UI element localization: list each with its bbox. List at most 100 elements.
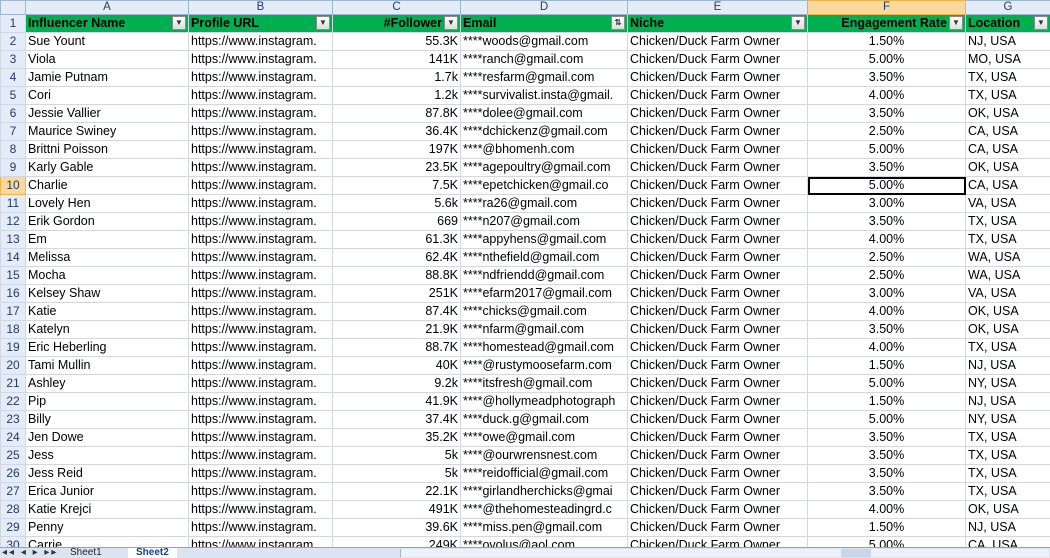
cell-d[interactable]: ****resfarm@gmail.com [461,69,628,87]
cell-e[interactable]: Chicken/Duck Farm Owner [628,357,808,375]
cell-a[interactable]: Melissa [26,249,189,267]
cell-a[interactable]: Katie [26,303,189,321]
row-number[interactable]: 16 [1,285,26,303]
cell-g[interactable]: TX, USA [966,339,1050,357]
cell-f[interactable]: 3.50% [808,483,966,501]
cell-e[interactable]: Chicken/Duck Farm Owner [628,519,808,537]
filter-dropdown-icon[interactable]: ▼ [316,16,330,30]
cell-e[interactable]: Chicken/Duck Farm Owner [628,105,808,123]
select-all-corner[interactable] [1,1,26,15]
cell-c[interactable]: 5k [333,447,461,465]
cell-a[interactable]: Tami Mullin [26,357,189,375]
row-number[interactable]: 21 [1,375,26,393]
cell-g[interactable]: CA, USA [966,141,1050,159]
row-number[interactable]: 30 [1,537,26,548]
cell-g[interactable]: OK, USA [966,105,1050,123]
cell-e[interactable]: Chicken/Duck Farm Owner [628,285,808,303]
row-number[interactable]: 10 [1,177,26,195]
cell-b[interactable]: https://www.instagram. [189,105,333,123]
cell-g[interactable]: NY, USA [966,411,1050,429]
cell-f[interactable]: 4.00% [808,231,966,249]
cell-e[interactable]: Chicken/Duck Farm Owner [628,69,808,87]
cell-e[interactable]: Chicken/Duck Farm Owner [628,123,808,141]
row-number[interactable]: 7 [1,123,26,141]
cell-f[interactable]: 3.00% [808,285,966,303]
cell-e[interactable]: Chicken/Duck Farm Owner [628,321,808,339]
cell-f[interactable]: 1.50% [808,357,966,375]
cell-c[interactable]: 22.1K [333,483,461,501]
cell-a[interactable]: Lovely Hen [26,195,189,213]
cell-f[interactable]: 3.50% [808,159,966,177]
cell-e[interactable]: Chicken/Duck Farm Owner [628,303,808,321]
cell-c[interactable]: 61.3K [333,231,461,249]
cell-c[interactable]: 21.9K [333,321,461,339]
cell-b[interactable]: https://www.instagram. [189,123,333,141]
cell-d[interactable]: ****dchickenz@gmail.com [461,123,628,141]
cell-b[interactable]: https://www.instagram. [189,69,333,87]
cell-d[interactable]: ****ovolus@aol.com [461,537,628,548]
row-number[interactable]: 1 [1,15,26,33]
cell-g[interactable]: CA, USA [966,537,1050,548]
cell-f[interactable]: 5.00% [808,375,966,393]
cell-e[interactable]: Chicken/Duck Farm Owner [628,447,808,465]
cell-b[interactable]: https://www.instagram. [189,141,333,159]
row-number[interactable]: 25 [1,447,26,465]
cell-a[interactable]: Erik Gordon [26,213,189,231]
cell-e[interactable]: Chicken/Duck Farm Owner [628,195,808,213]
row-number[interactable]: 20 [1,357,26,375]
cell-a[interactable]: Eric Heberling [26,339,189,357]
cell-c[interactable]: 87.4K [333,303,461,321]
row-number[interactable]: 14 [1,249,26,267]
cell-d[interactable]: ****@bhomenh.com [461,141,628,159]
cell-g[interactable]: OK, USA [966,159,1050,177]
cell-g[interactable]: VA, USA [966,285,1050,303]
row-number[interactable]: 28 [1,501,26,519]
cell-f[interactable]: 3.50% [808,321,966,339]
filter-dropdown-icon[interactable]: ▼ [1034,16,1048,30]
cell-a[interactable]: Karly Gable [26,159,189,177]
cell-d[interactable]: ****ra26@gmail.com [461,195,628,213]
cell-f[interactable]: 1.50% [808,519,966,537]
cell-b[interactable]: https://www.instagram. [189,285,333,303]
cell-g[interactable]: OK, USA [966,501,1050,519]
column-header-e[interactable]: E [628,1,808,15]
row-number[interactable]: 18 [1,321,26,339]
column-header-a[interactable]: A [26,1,189,15]
cell-a[interactable]: Kelsey Shaw [26,285,189,303]
cell-c[interactable]: 87.8K [333,105,461,123]
cell-c[interactable]: 491K [333,501,461,519]
cell-c[interactable]: 7.5K [333,177,461,195]
cell-a[interactable]: Pip [26,393,189,411]
cell-g[interactable]: NJ, USA [966,357,1050,375]
row-number[interactable]: 23 [1,411,26,429]
scrollbar-thumb[interactable] [841,549,871,557]
cell-c[interactable]: 88.8K [333,267,461,285]
cell-a[interactable]: Cori [26,87,189,105]
cell-f[interactable]: 4.00% [808,501,966,519]
cell-d[interactable]: ****miss.pen@gmail.com [461,519,628,537]
cell-b[interactable]: https://www.instagram. [189,249,333,267]
cell-f[interactable]: 4.00% [808,303,966,321]
cell-c[interactable]: 36.4K [333,123,461,141]
filter-dropdown-icon[interactable]: ⇅ [611,16,625,30]
cell-e[interactable]: Chicken/Duck Farm Owner [628,249,808,267]
cell-b[interactable]: https://www.instagram. [189,411,333,429]
cell-b[interactable]: https://www.instagram. [189,429,333,447]
cell-c[interactable]: 141K [333,51,461,69]
cell-f[interactable]: 2.50% [808,249,966,267]
cell-a[interactable]: Erica Junior [26,483,189,501]
cell-c[interactable]: 55.3K [333,33,461,51]
filter-dropdown-icon[interactable]: ▼ [949,16,963,30]
cell-d[interactable]: ****epetchicken@gmail.co [461,177,628,195]
cell-b[interactable]: https://www.instagram. [189,447,333,465]
cell-b[interactable]: https://www.instagram. [189,213,333,231]
cell-b[interactable]: https://www.instagram. [189,87,333,105]
cell-e[interactable]: Chicken/Duck Farm Owner [628,375,808,393]
cell-e[interactable]: Chicken/Duck Farm Owner [628,393,808,411]
cell-c[interactable]: 40K [333,357,461,375]
cell-d[interactable]: ****reidofficial@gmail.com [461,465,628,483]
cell-c[interactable]: 35.2K [333,429,461,447]
row-number[interactable]: 27 [1,483,26,501]
cell-c[interactable]: 5.6k [333,195,461,213]
cell-d[interactable]: ****chicks@gmail.com [461,303,628,321]
